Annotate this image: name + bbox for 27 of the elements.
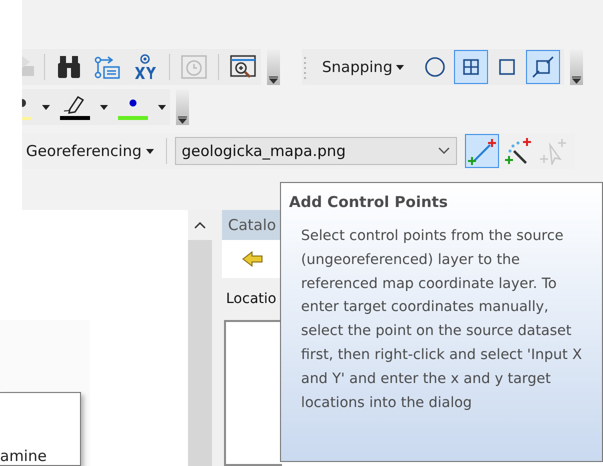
caret-icon — [158, 104, 166, 110]
caret-icon — [146, 148, 154, 154]
caret-icon — [396, 64, 404, 70]
grip-arrow-icon — [178, 115, 187, 125]
pen-icon[interactable] — [60, 93, 90, 121]
chevron-down-icon — [438, 147, 450, 155]
catalog-title: Catalo — [222, 210, 282, 240]
binoculars-icon[interactable] — [55, 53, 83, 81]
chevron-up-icon — [194, 221, 206, 229]
snapping-menu[interactable]: Snapping — [318, 58, 408, 76]
dialog-text: amine — [0, 448, 47, 465]
scrollbar[interactable] — [188, 210, 212, 466]
tooltip-title: Add Control Points — [289, 193, 449, 211]
location-label: Locatio — [225, 290, 278, 309]
grip-arrow-icon — [572, 75, 582, 85]
caret-icon — [100, 104, 108, 110]
clock-window-icon — [180, 53, 208, 81]
layer-dropdown[interactable]: geologicka_mapa.png — [174, 137, 457, 165]
toolbar-handle[interactable] — [302, 54, 308, 80]
back-arrow-icon[interactable] — [242, 250, 264, 268]
toolbar-grip[interactable] — [267, 49, 280, 85]
georeferencing-menu[interactable]: Georeferencing — [22, 142, 158, 160]
toolbar-grip[interactable] — [570, 49, 584, 85]
grip-arrow-icon — [269, 75, 278, 85]
caret-icon — [42, 104, 50, 110]
toolbar-grip[interactable] — [176, 89, 189, 125]
tooltip-text: Select control points from the source (ungeoreferenced) layer to the referenced map coordinate layer. To enter target coordinates manually, select the point on the source dataset first, then right-click and select 'Input X and Y' and enter the x and y target locations into the dialog — [301, 227, 583, 413]
